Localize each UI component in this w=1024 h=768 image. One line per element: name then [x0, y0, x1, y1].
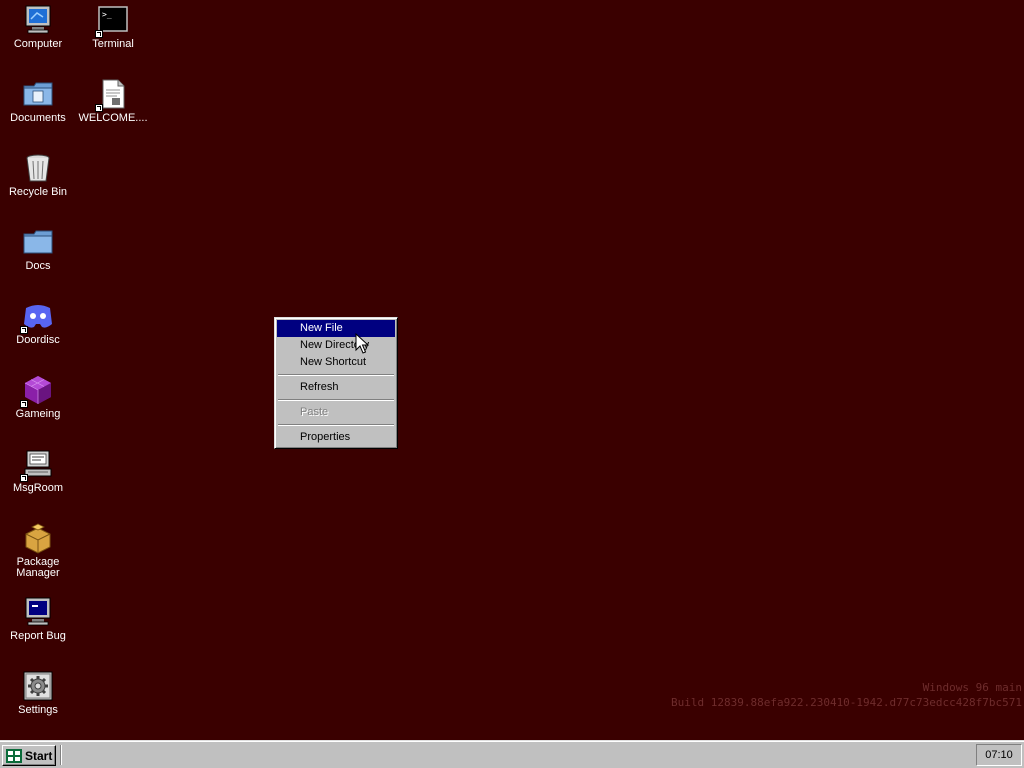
- desktop-icon-doordisc[interactable]: Doordisc: [0, 300, 76, 346]
- mouse-cursor-icon: [355, 333, 369, 354]
- icon-label: Report Bug: [10, 630, 66, 642]
- icon-label: Terminal: [92, 38, 134, 50]
- icon-label: Settings: [18, 704, 58, 716]
- shortcut-arrow-icon: [95, 104, 103, 112]
- desktop-icon-welcome[interactable]: WELCOME....: [75, 78, 151, 124]
- desktop-icon-report-bug[interactable]: Report Bug: [0, 596, 76, 642]
- doordisc-icon: [20, 300, 54, 334]
- desktop-icon-terminal[interactable]: >_ Terminal: [75, 4, 151, 50]
- desktop-icon-gameing[interactable]: Gameing: [0, 374, 76, 420]
- svg-text:>_: >_: [102, 10, 112, 19]
- desktop-icon-documents[interactable]: Documents: [0, 78, 76, 124]
- system-tray: 07:10: [976, 744, 1022, 766]
- package-icon: [22, 522, 54, 554]
- taskbar: Start 07:10: [0, 740, 1024, 768]
- menu-item-new-file[interactable]: New File: [277, 320, 395, 337]
- watermark-version: Windows 96 main: [922, 681, 1022, 694]
- folder-icon: [22, 226, 54, 258]
- start-logo-icon: [6, 748, 22, 763]
- start-button[interactable]: Start: [2, 745, 56, 766]
- menu-item-refresh[interactable]: Refresh: [277, 379, 395, 396]
- desktop-icon-computer[interactable]: Computer: [0, 4, 76, 50]
- icon-label: MsgRoom: [12, 482, 64, 494]
- desktop-icon-docs[interactable]: Docs: [0, 226, 76, 272]
- shortcut-arrow-icon: [20, 326, 28, 334]
- desktop-icon-recycle-bin[interactable]: Recycle Bin: [0, 152, 76, 198]
- menu-separator: [278, 399, 394, 401]
- icon-label: Documents: [10, 112, 66, 124]
- desktop-context-menu: New File New Directory New Shortcut Refr…: [274, 317, 398, 449]
- taskbar-divider: [60, 745, 62, 765]
- start-label: Start: [25, 748, 53, 763]
- game-cube-icon: [20, 374, 54, 408]
- recycle-bin-icon: [22, 152, 54, 184]
- icon-label: Doordisc: [16, 334, 60, 346]
- menu-separator: [278, 374, 394, 376]
- menu-item-new-directory[interactable]: New Directory: [277, 337, 395, 354]
- menu-item-properties[interactable]: Properties: [277, 429, 395, 446]
- shortcut-arrow-icon: [20, 400, 28, 408]
- computer-icon: [22, 4, 54, 36]
- shortcut-arrow-icon: [20, 474, 28, 482]
- icon-label: Recycle Bin: [8, 186, 68, 198]
- icon-label: Gameing: [15, 408, 61, 420]
- terminal-icon: >_: [95, 4, 129, 38]
- icon-label: Computer: [13, 38, 63, 50]
- menu-item-paste: Paste: [300, 406, 329, 418]
- menu-separator: [278, 424, 394, 426]
- shortcut-arrow-icon: [95, 30, 103, 38]
- icon-label: WELCOME....: [78, 112, 148, 124]
- text-document-icon: [95, 78, 129, 112]
- bug-report-computer-icon: [22, 596, 54, 628]
- desktop-icon-msgroom[interactable]: MsgRoom: [0, 448, 76, 494]
- desktop[interactable]: Computer >_ Terminal Documents WELCOME..…: [0, 0, 1024, 740]
- msgroom-icon: [20, 448, 54, 482]
- menu-item-new-shortcut[interactable]: New Shortcut: [277, 354, 395, 371]
- desktop-icon-settings[interactable]: Settings: [0, 670, 76, 716]
- desktop-icon-package-manager[interactable]: Package Manager: [0, 522, 76, 579]
- clock[interactable]: 07:10: [985, 749, 1013, 761]
- watermark-build: Build 12839.88efa922.230410-1942.d77c73e…: [671, 696, 1022, 709]
- icon-label: Package Manager: [16, 556, 60, 579]
- documents-folder-icon: [22, 78, 54, 110]
- icon-label: Docs: [25, 260, 51, 272]
- settings-gear-icon: [22, 670, 54, 702]
- build-watermark: Windows 96 main Build 12839.88efa922.230…: [671, 680, 1022, 710]
